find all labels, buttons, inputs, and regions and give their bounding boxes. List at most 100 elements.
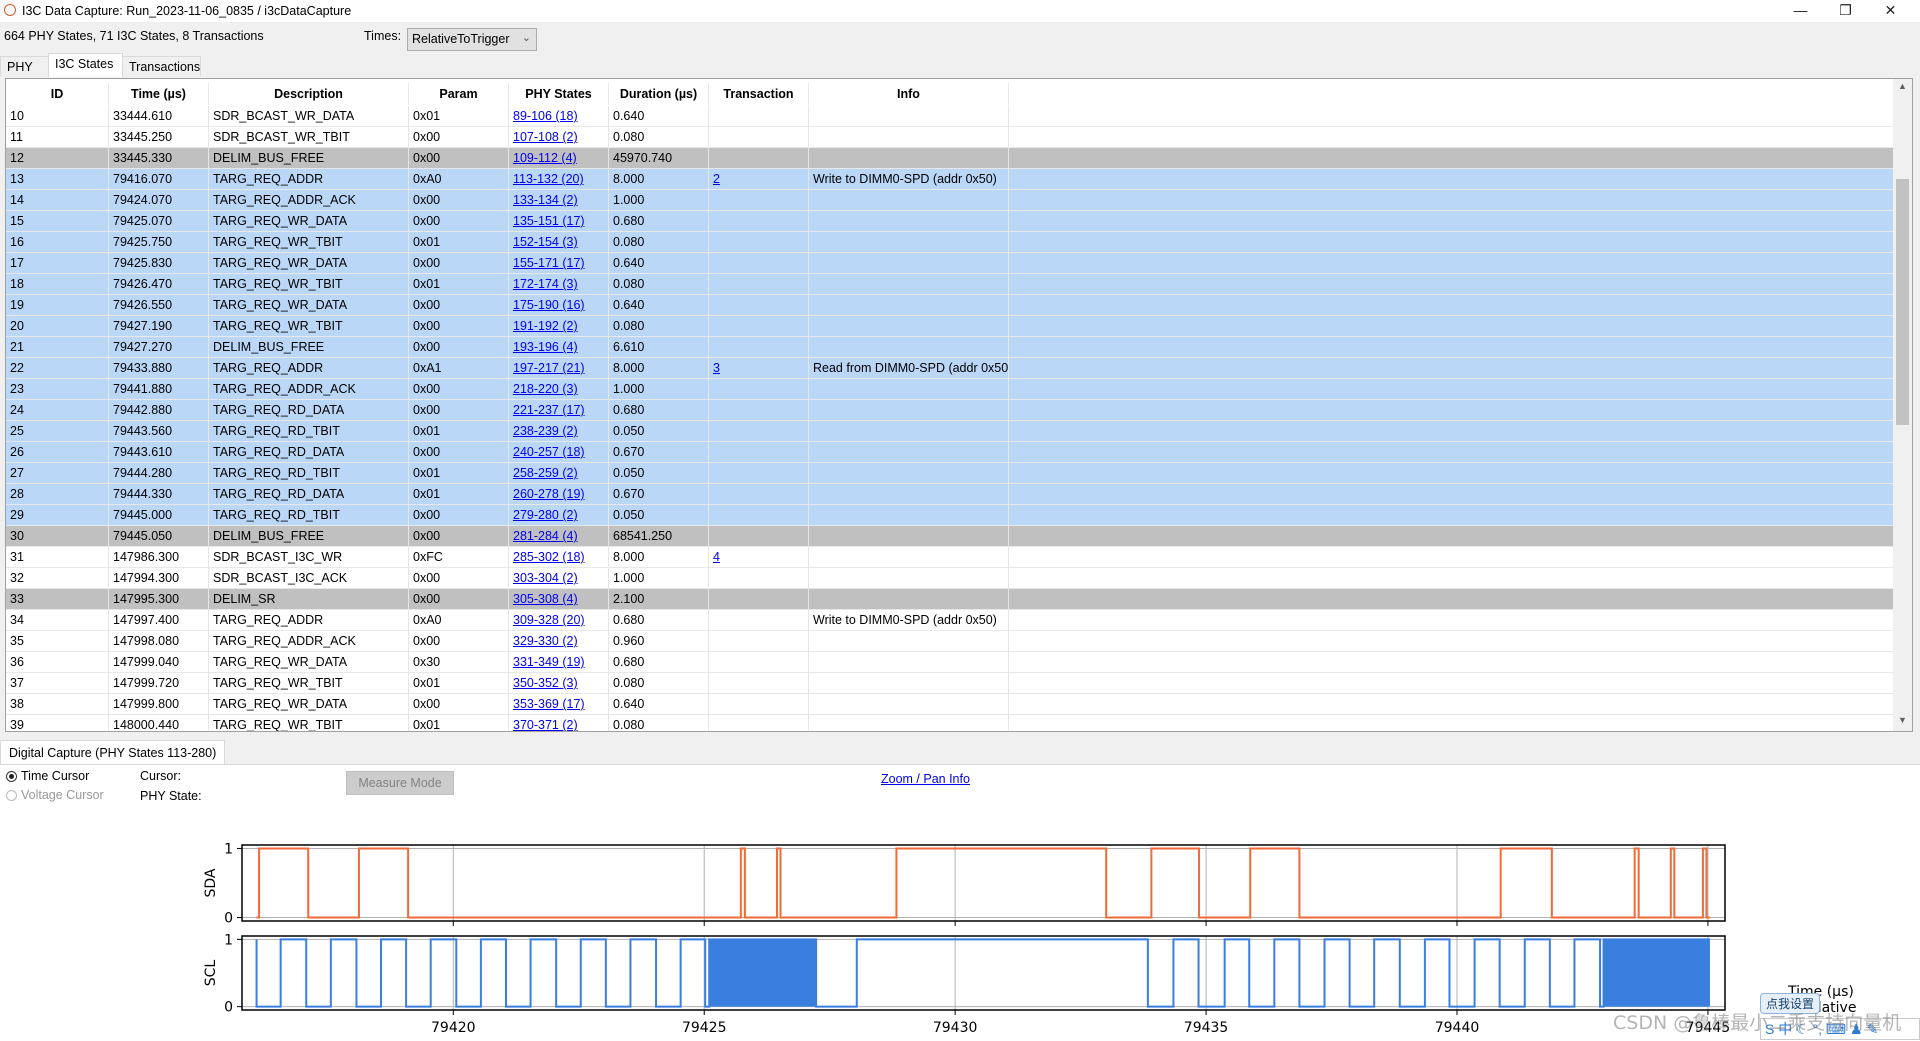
phy-states-link[interactable]: 197-217 (21) [513, 361, 585, 375]
table-row[interactable]: 13 79416.070 TARG_REQ_ADDR 0xA0 113-132 (20)… [6, 169, 1894, 190]
table-row[interactable]: 26 79443.610 TARG_REQ_RD_DATA 0x00 240-257 (… [6, 442, 1894, 463]
row-filler [1009, 379, 1894, 399]
phy-states-link[interactable]: 353-369 (17) [513, 697, 585, 711]
column-header[interactable]: Description [209, 83, 409, 105]
table-row[interactable]: 34 147997.400 TARG_REQ_ADDR 0xA0 309-328 (20… [6, 610, 1894, 631]
cell-duration: 0.080 [609, 316, 709, 336]
column-header[interactable]: Param [409, 83, 509, 105]
phy-states-link[interactable]: 309-328 (20) [513, 613, 585, 627]
phy-states-link[interactable]: 331-349 (19) [513, 655, 585, 669]
phy-states-link[interactable]: 370-371 (2) [513, 718, 578, 731]
column-header[interactable]: PHY States [509, 83, 609, 105]
column-header[interactable]: Time (µs) [109, 83, 209, 105]
phy-states-link[interactable]: 89-106 (18) [513, 109, 578, 123]
table-row[interactable]: 29 79445.000 TARG_REQ_RD_TBIT 0x00 279-280 (… [6, 505, 1894, 526]
tab-phy[interactable]: PHY [0, 56, 49, 76]
times-dropdown[interactable]: RelativeToTrigger ⌄ [407, 28, 537, 51]
table-row[interactable]: 33 147995.300 DELIM_SR 0x00 305-308 (4) 2.100 [6, 589, 1894, 610]
zoom-pan-info-link[interactable]: Zoom / Pan Info [881, 772, 970, 786]
restore-icon[interactable]: ❐ [1823, 0, 1868, 22]
phy-states-link[interactable]: 350-352 (3) [513, 676, 578, 690]
phy-states-link[interactable]: 281-284 (4) [513, 529, 578, 543]
phy-states-link[interactable]: 135-151 (17) [513, 214, 585, 228]
scroll-thumb[interactable] [1896, 179, 1909, 425]
phy-states-link[interactable]: 285-302 (18) [513, 550, 585, 564]
time-cursor-radio[interactable] [6, 771, 17, 782]
close-icon[interactable]: ✕ [1868, 0, 1913, 22]
phy-states-link[interactable]: 193-196 (4) [513, 340, 578, 354]
table-row[interactable]: 35 147998.080 TARG_REQ_ADDR_ACK 0x00 329-330… [6, 631, 1894, 652]
column-header[interactable]: ID [6, 83, 109, 105]
table-row[interactable]: 14 79424.070 TARG_REQ_ADDR_ACK 0x00 133-134 … [6, 190, 1894, 211]
phy-states-link[interactable]: 303-304 (2) [513, 571, 578, 585]
cell-transaction [709, 421, 809, 441]
table-row[interactable]: 23 79441.880 TARG_REQ_ADDR_ACK 0x00 218-220 … [6, 379, 1894, 400]
table-row[interactable]: 15 79425.070 TARG_REQ_WR_DATA 0x00 135-151 (… [6, 211, 1894, 232]
phy-states-link[interactable]: 258-259 (2) [513, 466, 578, 480]
transaction-link[interactable]: 3 [713, 361, 720, 375]
table-row[interactable]: 36 147999.040 TARG_REQ_WR_DATA 0x30 331-349 … [6, 652, 1894, 673]
phy-states-link[interactable]: 172-174 (3) [513, 277, 578, 291]
column-header[interactable]: Duration (µs) [609, 83, 709, 105]
phy-states-link[interactable]: 109-112 (4) [513, 151, 577, 165]
table-row[interactable]: 19 79426.550 TARG_REQ_WR_DATA 0x00 175-190 (… [6, 295, 1894, 316]
cell-id: 37 [6, 673, 109, 693]
table-row[interactable]: 16 79425.750 TARG_REQ_WR_TBIT 0x01 152-154 (… [6, 232, 1894, 253]
measure-mode-button[interactable]: Measure Mode [346, 771, 454, 795]
cell-transaction [709, 610, 809, 630]
table-row[interactable]: 11 33445.250 SDR_BCAST_WR_TBIT 0x00 107-108 … [6, 127, 1894, 148]
phy-states-link[interactable]: 155-171 (17) [513, 256, 585, 270]
table-row[interactable]: 20 79427.190 TARG_REQ_WR_TBIT 0x00 191-192 (… [6, 316, 1894, 337]
table-row[interactable]: 30 79445.050 DELIM_BUS_FREE 0x00 281-284 (4)… [6, 526, 1894, 547]
phy-states-link[interactable]: 191-192 (2) [513, 319, 578, 333]
phy-states-link[interactable]: 238-239 (2) [513, 424, 578, 438]
phy-states-link[interactable]: 221-237 (17) [513, 403, 585, 417]
table-row[interactable]: 31 147986.300 SDR_BCAST_I3C_WR 0xFC 285-302 … [6, 547, 1894, 568]
scroll-up-icon[interactable]: ▲ [1893, 81, 1912, 91]
cell-description: TARG_REQ_WR_TBIT [209, 715, 409, 731]
tab-transactions[interactable]: Transactions [122, 56, 201, 76]
table-row[interactable]: 32 147994.300 SDR_BCAST_I3C_ACK 0x00 303-304… [6, 568, 1894, 589]
digital-capture-chart[interactable]: 01SDA01SCL79420 79425 79430 79435 79440 79445 [0, 800, 1920, 1040]
phy-states-link[interactable]: 305-308 (4) [513, 592, 578, 606]
cell-description: DELIM_BUS_FREE [209, 148, 409, 168]
tab-i3c-states[interactable]: I3C States [48, 53, 123, 77]
tab-digital-capture[interactable]: Digital Capture (PHY States 113-280) [0, 740, 226, 765]
phy-states-link[interactable]: 329-330 (2) [513, 634, 578, 648]
column-header[interactable]: Info [809, 83, 1009, 105]
row-filler [1009, 358, 1894, 378]
cell-description: TARG_REQ_ADDR_ACK [209, 631, 409, 651]
table-row[interactable]: 21 79427.270 DELIM_BUS_FREE 0x00 193-196 (4)… [6, 337, 1894, 358]
phy-states-link[interactable]: 218-220 (3) [513, 382, 578, 396]
phy-states-link[interactable]: 113-132 (20) [513, 172, 584, 186]
table-row[interactable]: 27 79444.280 TARG_REQ_RD_TBIT 0x01 258-259 (… [6, 463, 1894, 484]
column-header[interactable]: Transaction [709, 83, 809, 105]
vertical-scrollbar[interactable]: ▲ ▼ [1893, 79, 1912, 731]
table-row[interactable]: 39 148000.440 TARG_REQ_WR_TBIT 0x01 370-371 … [6, 715, 1894, 731]
table-row[interactable]: 25 79443.560 TARG_REQ_RD_TBIT 0x01 238-239 (… [6, 421, 1894, 442]
phy-states-link[interactable]: 260-278 (19) [513, 487, 585, 501]
table-row[interactable]: 38 147999.800 TARG_REQ_WR_DATA 0x00 353-369 … [6, 694, 1894, 715]
phy-states-link[interactable]: 133-134 (2) [513, 193, 578, 207]
table-row[interactable]: 10 33444.610 SDR_BCAST_WR_DATA 0x01 89-106 (… [6, 106, 1894, 127]
cell-param: 0x00 [409, 316, 509, 336]
phy-states-link[interactable]: 279-280 (2) [513, 508, 578, 522]
table-row[interactable]: 37 147999.720 TARG_REQ_WR_TBIT 0x01 350-352 … [6, 673, 1894, 694]
phy-states-link[interactable]: 107-108 (2) [513, 130, 578, 144]
phy-states-link[interactable]: 175-190 (16) [513, 298, 585, 312]
table-row[interactable]: 18 79426.470 TARG_REQ_WR_TBIT 0x01 172-174 (… [6, 274, 1894, 295]
transaction-link[interactable]: 4 [713, 550, 720, 564]
phy-states-link[interactable]: 152-154 (3) [513, 235, 578, 249]
cell-description: TARG_REQ_ADDR [209, 358, 409, 378]
phy-states-link[interactable]: 240-257 (18) [513, 445, 585, 459]
table-row[interactable]: 12 33445.330 DELIM_BUS_FREE 0x00 109-112 (4)… [6, 148, 1894, 169]
transaction-link[interactable]: 2 [713, 172, 720, 186]
cell-duration: 0.080 [609, 127, 709, 147]
table-row[interactable]: 17 79425.830 TARG_REQ_WR_DATA 0x00 155-171 (… [6, 253, 1894, 274]
table-row[interactable]: 22 79433.880 TARG_REQ_ADDR 0xA1 197-217 (21)… [6, 358, 1894, 379]
scroll-down-icon[interactable]: ▼ [1893, 715, 1912, 725]
minimize-icon[interactable]: — [1778, 0, 1823, 22]
table-row[interactable]: 28 79444.330 TARG_REQ_RD_DATA 0x01 260-278 (… [6, 484, 1894, 505]
table-row[interactable]: 24 79442.880 TARG_REQ_RD_DATA 0x00 221-237 (… [6, 400, 1894, 421]
cell-phy-states: 238-239 (2) [509, 421, 609, 441]
